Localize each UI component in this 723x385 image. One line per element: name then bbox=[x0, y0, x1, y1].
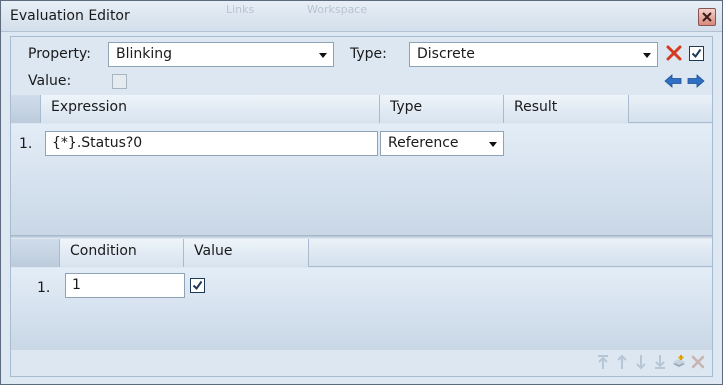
chevron-down-icon bbox=[489, 142, 497, 147]
expression-grid-body: 1. {*}.Status?0 Reference bbox=[11, 124, 712, 235]
arrow-left-icon bbox=[664, 74, 682, 88]
condition-value-checkbox[interactable] bbox=[190, 278, 205, 293]
expression-grid-header: Expression Type Result bbox=[11, 95, 712, 123]
chevron-down-icon bbox=[319, 53, 327, 58]
background-tab-links: Links bbox=[226, 3, 255, 16]
close-button[interactable] bbox=[698, 8, 716, 26]
expression-input[interactable]: {*}.Status?0 bbox=[45, 131, 378, 156]
column-header-type[interactable]: Type bbox=[380, 95, 504, 123]
move-up-icon bbox=[617, 354, 627, 369]
column-header-condition-label: Condition bbox=[70, 243, 137, 259]
checkmark-icon bbox=[691, 48, 702, 59]
enabled-checkbox[interactable] bbox=[689, 46, 704, 61]
type-label: Type: bbox=[350, 46, 387, 62]
delete-x-icon bbox=[666, 45, 682, 61]
type-select[interactable]: Discrete bbox=[409, 42, 658, 67]
expression-input-value: {*}.Status?0 bbox=[52, 135, 143, 151]
checkmark-icon bbox=[192, 280, 203, 291]
move-to-top-icon bbox=[598, 355, 608, 369]
remove-condition-button[interactable] bbox=[690, 354, 706, 370]
remove-condition-icon bbox=[691, 355, 705, 369]
condition-grid-header: Condition Value bbox=[11, 239, 712, 267]
column-header-result-label: Result bbox=[514, 99, 558, 115]
condition-grid-body: 1. 1 bbox=[11, 268, 712, 350]
evaluation-editor-window: Evaluation Editor Links Workspace Proper… bbox=[0, 0, 723, 385]
row-number: 1. bbox=[19, 136, 33, 152]
add-condition-button[interactable] bbox=[671, 354, 687, 370]
expression-type-value: Reference bbox=[388, 135, 459, 151]
property-select-value: Blinking bbox=[116, 46, 173, 62]
property-label: Property: bbox=[28, 46, 91, 62]
window-title: Evaluation Editor bbox=[10, 8, 130, 24]
row-header-corner bbox=[11, 239, 60, 267]
value-label: Value: bbox=[28, 73, 72, 89]
column-header-condition[interactable]: Condition bbox=[60, 239, 184, 267]
column-header-expression[interactable]: Expression bbox=[41, 95, 380, 123]
condition-toolbar bbox=[595, 354, 706, 372]
close-icon bbox=[702, 12, 712, 22]
arrow-right-icon bbox=[687, 74, 705, 88]
column-header-type-label: Type bbox=[390, 99, 423, 115]
forward-button[interactable] bbox=[687, 73, 705, 91]
column-header-expression-label: Expression bbox=[51, 99, 127, 115]
editor-panel: Property: Blinking Type: Discrete Value: bbox=[10, 36, 713, 377]
move-to-top-button[interactable] bbox=[595, 354, 611, 370]
row-header-corner bbox=[11, 95, 41, 123]
column-header-value[interactable]: Value bbox=[184, 239, 309, 267]
type-select-value: Discrete bbox=[417, 46, 475, 62]
move-down-icon bbox=[636, 355, 646, 370]
delete-button[interactable] bbox=[666, 45, 684, 63]
background-tab-workspace: Workspace bbox=[307, 3, 368, 16]
condition-input[interactable]: 1 bbox=[65, 273, 185, 298]
column-header-result[interactable]: Result bbox=[504, 95, 629, 123]
row-number: 1. bbox=[37, 280, 51, 296]
title-bar[interactable]: Evaluation Editor Links Workspace bbox=[1, 1, 722, 32]
expression-type-select[interactable]: Reference bbox=[380, 131, 504, 156]
condition-input-value: 1 bbox=[72, 277, 81, 293]
move-to-bottom-button[interactable] bbox=[652, 354, 668, 370]
back-button[interactable] bbox=[664, 73, 682, 91]
chevron-down-icon bbox=[643, 53, 651, 58]
property-select[interactable]: Blinking bbox=[108, 42, 334, 67]
move-up-button[interactable] bbox=[614, 354, 630, 370]
value-checkbox[interactable] bbox=[112, 74, 127, 89]
move-down-button[interactable] bbox=[633, 354, 649, 370]
add-condition-icon bbox=[673, 355, 685, 367]
column-header-value-label: Value bbox=[194, 243, 233, 259]
move-to-bottom-icon bbox=[655, 355, 665, 369]
